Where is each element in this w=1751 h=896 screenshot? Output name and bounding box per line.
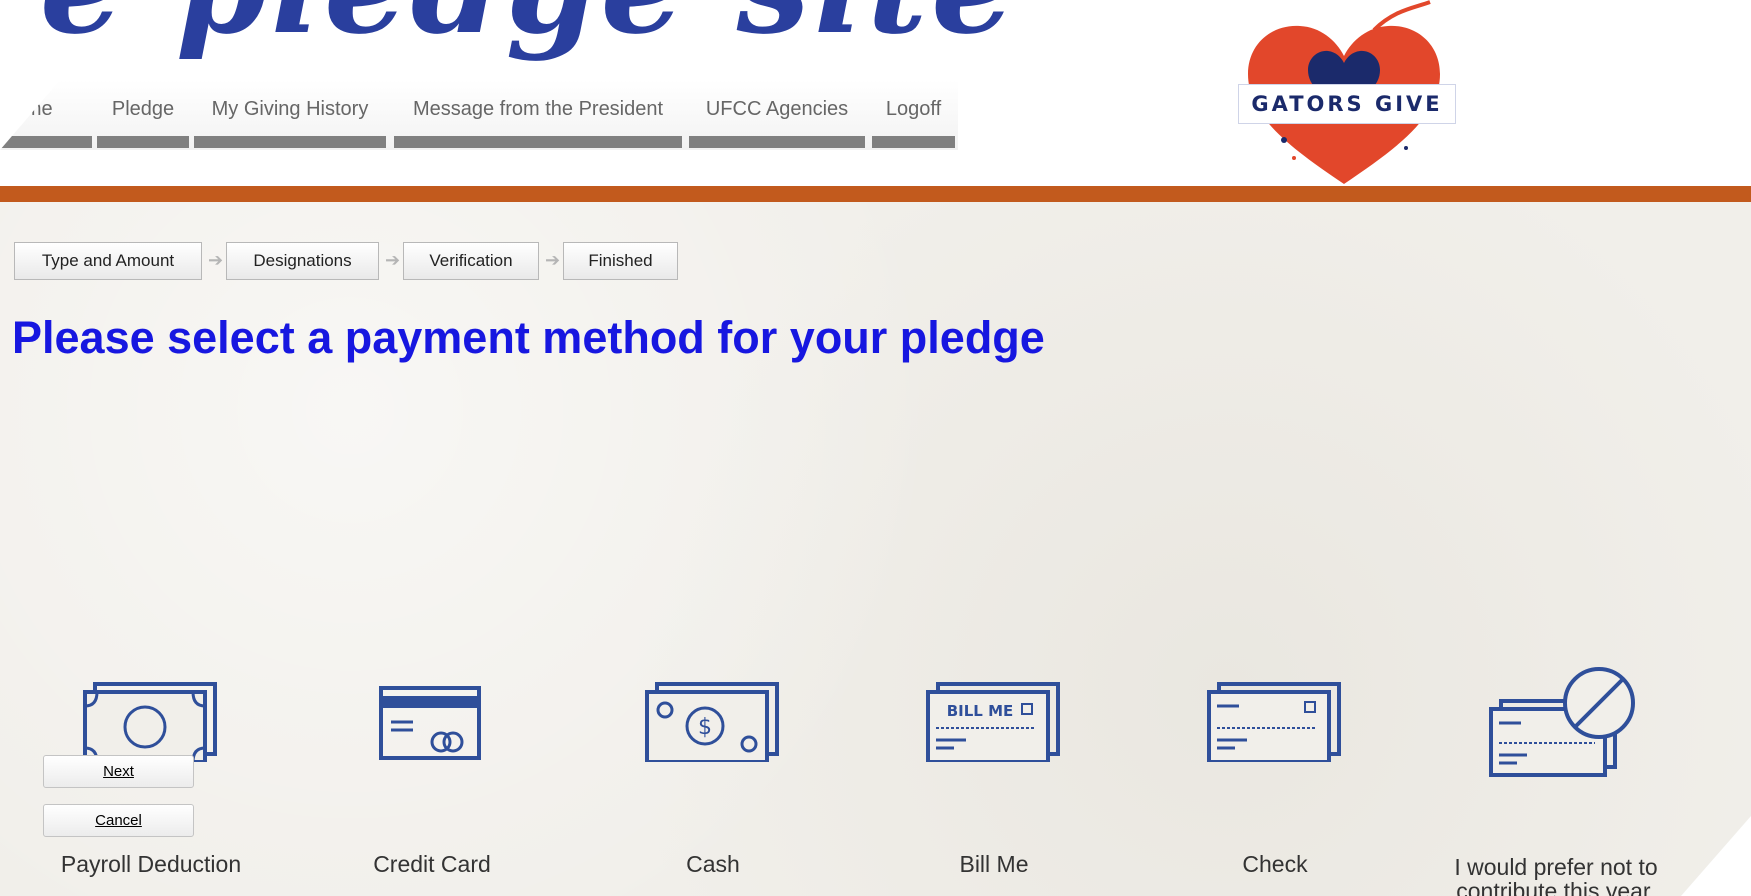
option-no-contribution[interactable]: I would prefer not to contribute this ye…: [1430, 457, 1682, 896]
payroll-icon: [83, 682, 217, 762]
check-icon: [1207, 682, 1341, 762]
nav-giving-history-bar: [194, 136, 386, 148]
option-label-line1: I would prefer not to: [1454, 854, 1658, 880]
nav-pledge-label: Pledge: [111, 98, 175, 120]
site-header: e pledge site Home Pledge My Giving Hist…: [0, 0, 1751, 186]
no-contribution-icon: [1489, 667, 1635, 777]
option-cash[interactable]: $ Cash: [593, 457, 833, 876]
step-arrow-icon: ➔: [385, 250, 401, 270]
nav-home-label: Home: [0, 98, 53, 120]
nav-pledge-bar: [97, 136, 189, 148]
main-content: Type and Amount ➔ Designations ➔ Verific…: [0, 202, 1751, 896]
cancel-button[interactable]: Cancel: [43, 804, 194, 837]
site-script-title: e pledge site: [40, 0, 1018, 52]
option-payroll-deduction[interactable]: Payroll Deduction: [31, 457, 271, 876]
option-label: Bill Me: [959, 851, 1029, 877]
nav-home-bar: [0, 136, 92, 148]
main-nav: Home Pledge My Giving History Message fr…: [0, 80, 958, 150]
option-check[interactable]: Check: [1155, 457, 1395, 876]
nav-message-president-label: Message from the President: [412, 98, 664, 120]
nav-message-president[interactable]: Message from the President: [394, 80, 682, 150]
bill-me-icon: BILL ME: [926, 682, 1060, 762]
nav-message-president-bar: [394, 136, 682, 148]
logo-text: GATORS GIVE: [1238, 84, 1456, 124]
nav-logoff-bar: [872, 136, 955, 148]
nav-ufcc-agencies[interactable]: UFCC Agencies: [689, 80, 865, 150]
option-credit-card[interactable]: Credit Card: [312, 457, 552, 876]
nav-logoff-label: Logoff: [885, 98, 942, 120]
nav-giving-history-label: My Giving History: [211, 98, 369, 120]
option-label: Check: [1242, 851, 1308, 877]
nav-home[interactable]: Home: [0, 80, 92, 150]
nav-logoff[interactable]: Logoff: [872, 80, 955, 150]
option-label: Cash: [686, 851, 740, 877]
option-bill-me[interactable]: BILL ME Bill Me: [874, 457, 1114, 876]
option-label: Credit Card: [373, 851, 491, 877]
option-label: Payroll Deduction: [60, 851, 242, 877]
step-arrow-icon: ➔: [545, 250, 561, 270]
bill-me-icon-text: BILL ME: [947, 702, 1014, 720]
option-label: I would prefer not to contribute this ye…: [1426, 855, 1686, 896]
page-curl-corner: [1681, 816, 1751, 896]
nav-ufcc-agencies-bar: [689, 136, 865, 148]
wizard-steps: Type and Amount ➔ Designations ➔ Verific…: [14, 242, 714, 280]
step-type-and-amount[interactable]: Type and Amount: [14, 242, 202, 280]
header-divider: [0, 186, 1751, 202]
step-verification[interactable]: Verification: [403, 242, 539, 280]
step-finished[interactable]: Finished: [563, 242, 678, 280]
option-label-line2: contribute this year.: [1456, 878, 1656, 896]
gators-give-logo: GATORS GIVE: [1224, 0, 1464, 186]
cash-icon: $: [645, 682, 779, 762]
step-arrow-icon: ➔: [208, 250, 224, 270]
svg-text:$: $: [698, 715, 712, 740]
page-title: Please select a payment method for your …: [12, 312, 1045, 363]
credit-card-icon: [379, 686, 481, 760]
step-designations[interactable]: Designations: [226, 242, 379, 280]
nav-pledge[interactable]: Pledge: [97, 80, 189, 150]
next-button[interactable]: Next: [43, 755, 194, 788]
nav-giving-history[interactable]: My Giving History: [194, 80, 386, 150]
nav-ufcc-agencies-label: UFCC Agencies: [705, 98, 849, 120]
